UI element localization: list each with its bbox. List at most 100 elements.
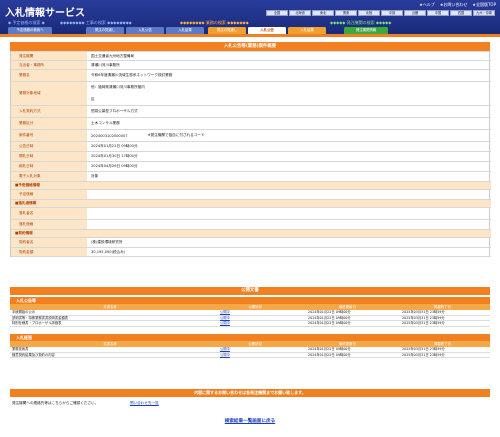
section-subheader: ■落札者情報 [11, 199, 491, 207]
contact-list-link[interactable]: 問い合わせ先一覧 [130, 400, 159, 407]
region-tab[interactable]: 東北 [312, 10, 334, 16]
contact-row: 発注機関への連絡先等はこちらからご確認ください。 問い合わせ先一覧 [10, 400, 490, 407]
region-tab[interactable]: 中部 [381, 10, 403, 16]
nav-tabs: 予定価格の検索へ 発注の見通し 入札公告 入札結果 発注の見通し 入札公告 入札… [8, 27, 494, 34]
region-tab[interactable]: 四国 [450, 10, 472, 16]
row-value: (株)建設環境研究所 [91, 240, 123, 244]
row-value: 2024003102000007 ※発注機関で独自に付されるコード [91, 130, 491, 141]
row-value [91, 220, 491, 229]
region-tab[interactable]: 近畿 [404, 10, 426, 16]
doc-end: 2025年03月31日 23時59分 [402, 352, 445, 357]
table-row: 公告日時 2024年01月22日 09時00分 [11, 141, 491, 151]
header-rule [0, 34, 500, 37]
row-label: 発注機関 [11, 52, 87, 60]
row-label: 開札日時 [11, 152, 87, 161]
table-row: 業務名 令和6年度清瀬川流域生態系ネットワーク検討業務 [11, 69, 491, 81]
table-row: 開札日時 2024年01月30日 17時00分 [11, 151, 491, 161]
result-section-title: 入札経過 [10, 334, 490, 341]
region-tab[interactable]: 中国 [427, 10, 449, 16]
table-row: 落札者名 [11, 207, 491, 219]
table-row: 入札契約方式 簡易公募型プロポーザル方式 [11, 105, 491, 117]
contact-bar: 内容に関するお問い合わせは各発注機関までお願い致します。 [10, 389, 490, 397]
case-number: 2024003102000007 [91, 133, 128, 138]
row-value: 令和6年度清瀬川流域生態系ネットワーク検討業務 [91, 73, 173, 77]
header: 入札情報サービス ★ヘルプ ★お問い合わせ ★全国版TOP 全国 北海道 東北 … [0, 0, 500, 34]
region-line: 他：福岡県清瀬川河川事務所管内 [91, 85, 145, 89]
region-tab[interactable]: 北海道 [289, 10, 311, 16]
case-number-note: ※発注機関で独自に付されるコード [147, 133, 205, 137]
table-row: 業務対象地域 他：福岡県清瀬川河川事務所管内 区 [11, 81, 491, 105]
back-to-results-link[interactable]: 検索結果一覧画面に戻る [225, 419, 276, 424]
tab-service-notice[interactable]: 入札公告 [248, 27, 286, 34]
row-value: 対象 [91, 174, 99, 178]
price-info-heading: ■予定価格情報 [15, 183, 40, 187]
help-link[interactable]: ★ヘルプ [419, 2, 435, 8]
tab-agency-info[interactable]: 発注機関情報 [344, 27, 388, 34]
tab-price-search[interactable]: 予定価格の検索へ [8, 27, 52, 34]
notice-section-title: 入札公告等 [10, 297, 490, 304]
table-row: 予定価格 [11, 189, 491, 199]
tab-construction-result[interactable]: 入札結果 [166, 27, 204, 34]
price-search-label: ◆ 予定価格の検索 ◆ [8, 20, 45, 25]
table-row: 契約金額 30,195,000(税込み) [11, 247, 491, 257]
row-label: 入札契約方式 [11, 106, 87, 117]
row-value: 土木コンサル業務 [91, 121, 120, 125]
row-label: 契約金額 [11, 248, 87, 256]
row-label: 電子入札対象 [11, 172, 87, 181]
row-value: 簡易公募型プロポーザル方式 [91, 109, 138, 113]
doc-name: 特別仕様書・プロポーザル評価表 [12, 321, 62, 325]
table-row: 特別仕様書・プロポーザル評価表 公開中 2024年01月22日 09時00分 2… [10, 321, 490, 327]
table-row: 随意契約結果及び契約の内容 公開中 2024年01月22日 09時00分 202… [10, 352, 490, 359]
top-links: ★ヘルプ ★お問い合わせ ★全国版TOP [419, 2, 496, 8]
row-label: 業務区分 [11, 118, 87, 129]
table-row: 契約者名 (株)建設環境研究所 [11, 237, 491, 247]
national-top-link[interactable]: ★全国版TOP [472, 2, 496, 8]
section-subheader: ■予定価格情報 [11, 181, 491, 189]
region-tab[interactable]: 九州・沖縄 [473, 10, 495, 16]
row-value: 他：福岡県清瀬川河川事務所管内 区 [91, 82, 491, 105]
row-label: 案件番号 [11, 130, 87, 141]
contact-link[interactable]: ★お問い合わせ [440, 2, 468, 8]
back-to-results: 検索結果一覧画面に戻る [0, 418, 500, 424]
row-label: 業務名 [11, 70, 87, 81]
public-docs-title: 公開文書 [10, 287, 490, 295]
tab-service-outlook[interactable]: 発注の見通し [208, 27, 246, 34]
tab-construction-outlook[interactable]: 発注の見通し [86, 27, 124, 34]
page-title: 入札公告等(業務)案件概要 [10, 42, 490, 51]
service-search-label: ◆◆◆◆◆◆◆◆ 業務の検索 ◆◆◆◆◆◆◆ [180, 20, 249, 25]
doc-end: 2025年03月31日 23時59分 [402, 321, 445, 325]
case-summary-table: 発注機関 国土交通省九州地方整備局 当出者・事務所 清瀬川河川事務所 業務名 令… [10, 51, 491, 257]
table-row: 発注機関 国土交通省九州地方整備局 [11, 51, 491, 60]
row-value: 30,195,000(税込み) [91, 249, 126, 254]
row-label: 公告日時 [11, 142, 87, 151]
doc-updated: 2024年01月22日 09時00分 [308, 352, 351, 357]
doc-status-link[interactable]: 公開中 [220, 321, 230, 327]
table-row: 落札価格 [11, 219, 491, 229]
row-label: 契約者名 [11, 238, 87, 247]
row-value: 2024年04月26日 09時00分 [91, 164, 138, 168]
doc-status-link[interactable]: 公開中 [220, 353, 230, 359]
row-value [91, 208, 491, 219]
row-value: 清瀬川河川事務所 [91, 62, 120, 67]
row-label: 落札者名 [11, 208, 87, 219]
doc-name: 随意契約結果及び契約の内容 [12, 352, 55, 357]
doc-updated: 2024年01月22日 09時00分 [308, 321, 351, 325]
table-row: 電子入札対象 対象 [11, 171, 491, 181]
table-row: 業務区分 土木コンサル業務 [11, 117, 491, 129]
region-tab[interactable]: 北陸 [358, 10, 380, 16]
row-value: 2024年01月30日 17時00分 [91, 154, 138, 158]
site-logo[interactable]: 入札情報サービス [5, 4, 85, 19]
region-tab[interactable]: 関東 [335, 10, 357, 16]
tab-construction-notice[interactable]: 入札公告 [126, 27, 164, 34]
agency-search-label: ◆◆◆◆◆ 発注機関の検索 ◆◆◆◆◆ [330, 20, 392, 25]
row-label: 業務対象地域 [11, 82, 87, 105]
section-subheader: ■契約情報 [11, 229, 491, 237]
construction-search-label: ◆◆◆◆◆◆◆◆ 工事の検索 ◆◆◆◆◆◆◆◆ [60, 20, 132, 25]
row-value: 国土交通省九州地方整備局 [91, 53, 135, 58]
tab-service-result[interactable]: 入札結果 [288, 27, 326, 34]
table-row: 案件番号 2024003102000007 ※発注機関で独自に付されるコード [11, 129, 491, 141]
table-row: 当出者・事務所 清瀬川河川事務所 [11, 60, 491, 69]
contract-info-heading: ■契約情報 [15, 231, 33, 235]
region-tab[interactable]: 全国 [266, 10, 288, 16]
row-label: 当出者・事務所 [11, 61, 87, 69]
